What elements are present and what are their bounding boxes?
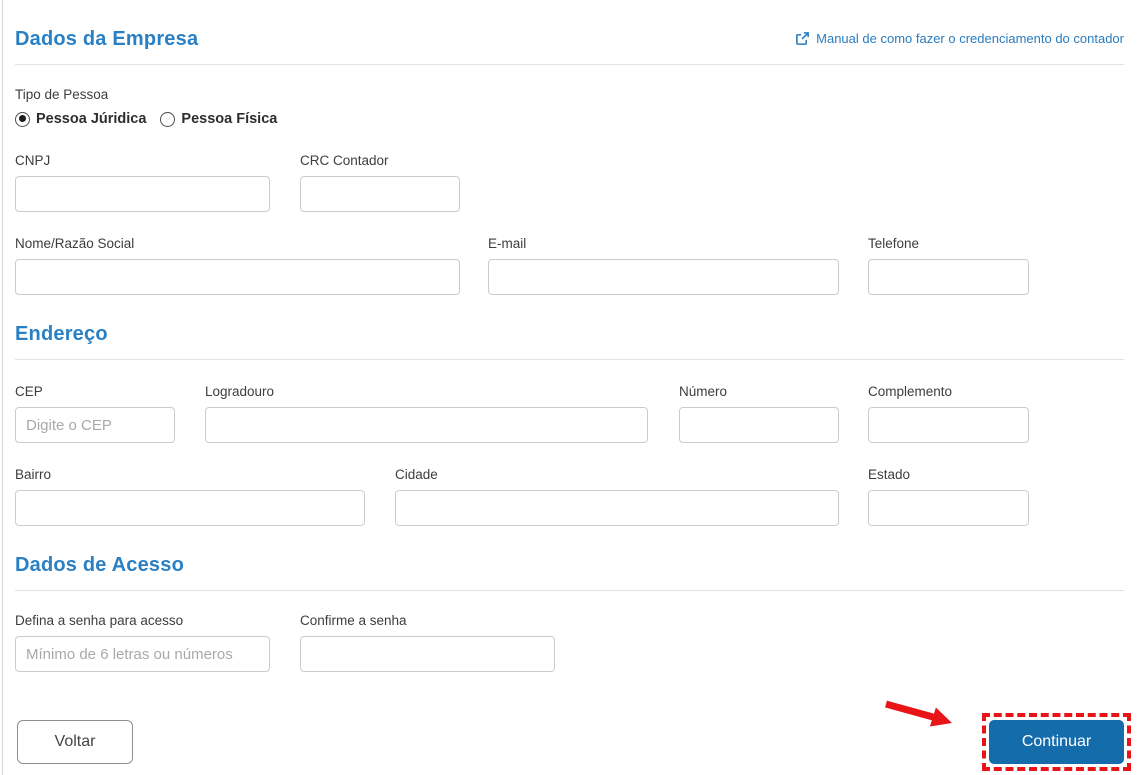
manual-link-label: Manual de como fazer o credenciamento do… [816, 31, 1124, 46]
numero-input[interactable] [679, 407, 839, 443]
tipo-de-pessoa-label: Tipo de Pessoa [15, 87, 109, 102]
estado-input[interactable] [868, 490, 1029, 526]
radio-pessoa-fisica-label: Pessoa Física [181, 111, 278, 127]
radio-pessoa-juridica[interactable]: Pessoa Júridica [15, 111, 146, 127]
external-link-icon [795, 31, 810, 46]
logradouro-input[interactable] [205, 407, 648, 443]
bairro-input[interactable] [15, 490, 365, 526]
radio-pessoa-fisica[interactable]: Pessoa Física [160, 111, 277, 127]
logradouro-label: Logradouro [205, 384, 275, 399]
cidade-label: Cidade [395, 467, 438, 482]
radio-pessoa-juridica-circle[interactable] [15, 111, 30, 127]
bairro-label: Bairro [15, 467, 52, 482]
nome-razao-social-label: Nome/Razão Social [15, 236, 135, 251]
section-title-endereco: Endereço [15, 323, 108, 345]
senha-input[interactable] [15, 636, 270, 672]
telefone-input[interactable] [868, 259, 1029, 295]
email-label: E-mail [488, 236, 527, 251]
section-divider [15, 64, 1124, 65]
cnpj-label: CNPJ [15, 153, 51, 168]
annotation-arrow [882, 700, 958, 737]
continuar-button[interactable]: Continuar [989, 720, 1124, 764]
confirmar-senha-input[interactable] [300, 636, 555, 672]
section-divider [15, 590, 1124, 591]
crc-contador-label: CRC Contador [300, 153, 389, 168]
email-input[interactable] [488, 259, 839, 295]
complemento-label: Complemento [868, 384, 953, 399]
section-divider [15, 359, 1124, 360]
crc-contador-input[interactable] [300, 176, 460, 212]
estado-label: Estado [868, 467, 911, 482]
tipo-de-pessoa-radio-group: Pessoa Júridica Pessoa Física [15, 111, 1124, 127]
annotation-highlight-box: Continuar [982, 713, 1131, 771]
complemento-input[interactable] [868, 407, 1029, 443]
telefone-label: Telefone [868, 236, 920, 251]
voltar-button[interactable]: Voltar [17, 720, 133, 764]
section-title-dados-da-empresa: Dados da Empresa [15, 28, 199, 50]
manual-credenciamento-link[interactable]: Manual de como fazer o credenciamento do… [795, 31, 1124, 46]
radio-pessoa-fisica-circle[interactable] [160, 111, 176, 127]
cep-input[interactable] [15, 407, 175, 443]
confirmar-senha-label: Confirme a senha [300, 613, 407, 628]
credenciamento-form: Dados da Empresa Manual de como fazer o … [0, 0, 1139, 771]
cep-label: CEP [15, 384, 43, 399]
section-title-dados-de-acesso: Dados de Acesso [15, 554, 184, 576]
senha-label: Defina a senha para acesso [15, 613, 184, 628]
numero-label: Número [679, 384, 728, 399]
cnpj-input[interactable] [15, 176, 270, 212]
radio-pessoa-juridica-label: Pessoa Júridica [36, 111, 147, 127]
cidade-input[interactable] [395, 490, 839, 526]
nome-razao-social-input[interactable] [15, 259, 460, 295]
